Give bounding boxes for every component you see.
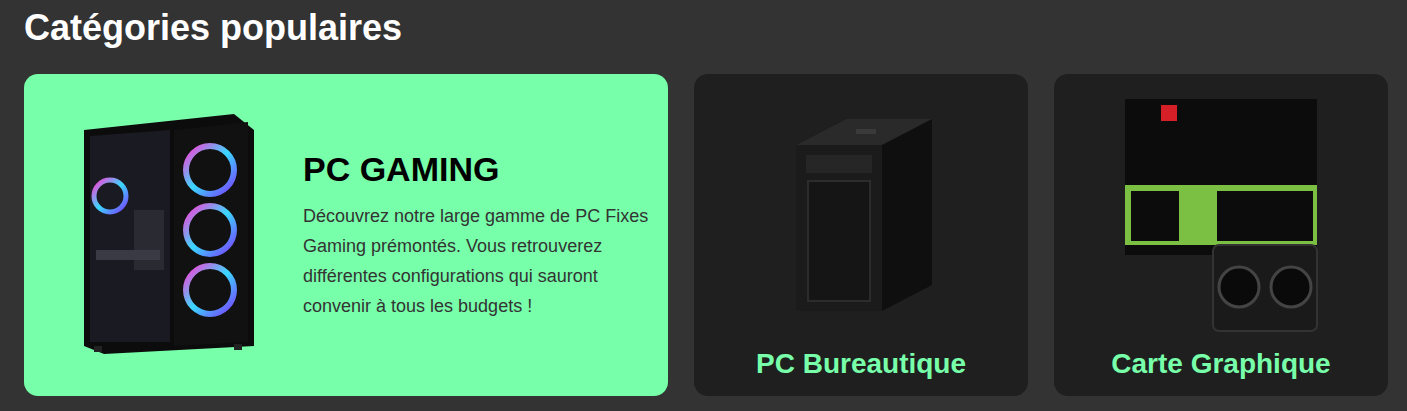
- category-card[interactable]: PC GAMING Découvrez notre large gamme de…: [24, 74, 668, 396]
- category-title: PC Bureautique: [756, 346, 966, 382]
- category-list: PC GAMING Découvrez notre large gamme de…: [24, 74, 1388, 396]
- category-picture: [1121, 84, 1321, 346]
- category-title: PC GAMING: [303, 149, 654, 189]
- category-card[interactable]: Carte Graphique: [1054, 74, 1388, 396]
- gaming-pc-picture: [64, 110, 264, 360]
- category-card[interactable]: PC Bureautique: [694, 74, 1028, 396]
- graphics-card-picture: [1121, 95, 1321, 335]
- category-title: Carte Graphique: [1111, 346, 1330, 382]
- category-description: Découvrez notre large gamme de PC Fixes …: [303, 201, 654, 321]
- popular-categories: Catégories populaires PC GAMING Découvre…: [0, 0, 1407, 411]
- section-title: Catégories populaires: [24, 6, 1388, 50]
- office-pc-picture: [786, 115, 936, 315]
- category-text: PC GAMING Découvrez notre large gamme de…: [303, 149, 668, 321]
- category-picture: [786, 84, 936, 346]
- category-picture: [24, 110, 303, 360]
